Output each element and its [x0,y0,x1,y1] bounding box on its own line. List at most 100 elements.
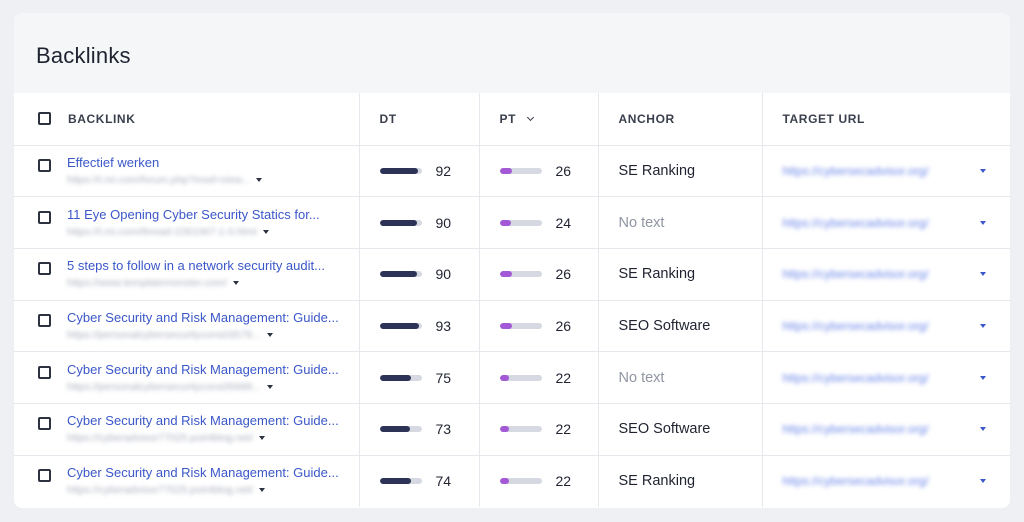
target-url-dropdown-caret-icon[interactable] [980,427,986,432]
target-url-link[interactable]: https://cybersecadvisor.org/ [783,267,929,281]
backlink-dropdown-caret-icon[interactable] [259,488,266,493]
target-url-link[interactable]: https://cybersecadvisor.org/ [783,164,929,178]
dt-cell: 73 [359,403,480,456]
row-checkbox[interactable] [38,210,51,224]
dt-bar [379,374,422,381]
table-row: Cyber Security and Risk Management: Guid… [14,455,1010,507]
backlink-url: https://cyberadvisor77025.pointblog.net/ [67,432,254,445]
row-checkbox[interactable] [38,313,51,327]
target-url-dropdown-caret-icon[interactable] [980,220,986,225]
anchor-cell: SE Ranking [598,248,763,301]
pt-bar [499,322,542,329]
dt-cell: 90 [359,248,480,301]
anchor-text: SEO Software [618,421,711,438]
target-url-dropdown-caret-icon[interactable] [980,375,986,380]
pt-value: 26 [555,317,572,334]
dt-value: 90 [435,214,452,231]
pt-bar [499,374,542,381]
dt-cell: 74 [359,455,480,507]
backlink-cell: Effectief werken https://t.mi.com/forum.… [14,145,360,198]
anchor-text: SE Ranking [618,162,696,179]
row-checkbox[interactable] [38,417,51,431]
pt-cell: 22 [479,403,599,456]
backlink-title-link[interactable]: Effectief werken [67,155,262,171]
target-url-link[interactable]: https://cybersecadvisor.org/ [783,422,929,436]
target-url-cell: https://cybersecadvisor.org/ [762,455,1010,507]
dt-bar-fill [379,426,411,433]
pt-bar [499,167,542,174]
row-checkbox[interactable] [38,158,51,172]
pt-value: 26 [555,266,572,283]
backlink-dropdown-caret-icon[interactable] [266,332,273,337]
target-url-cell: https://cybersecadvisor.org/ [762,196,1010,249]
row-checkbox[interactable] [38,469,51,483]
target-url-dropdown-caret-icon[interactable] [980,168,986,173]
target-url-link[interactable]: https://cybersecadvisor.org/ [783,216,929,230]
backlink-title-link[interactable]: Cyber Security and Risk Management: Guid… [67,465,339,481]
target-url-cell: https://cybersecadvisor.org/ [762,351,1010,404]
dt-bar [379,426,422,433]
backlink-dropdown-caret-icon[interactable] [266,384,273,389]
dt-bar [379,271,422,278]
select-all-checkbox[interactable] [38,112,51,126]
sort-chevron-down-icon[interactable] [527,113,535,121]
column-header-backlink: BACKLINK [14,93,360,146]
backlink-url: https://personalcybersecuritycons03579..… [67,328,261,341]
backlink-title-link[interactable]: Cyber Security and Risk Management: Guid… [67,362,339,378]
backlink-title-link[interactable]: Cyber Security and Risk Management: Guid… [67,310,339,326]
pt-bar-fill [499,322,513,329]
column-header-dt[interactable]: DT [359,93,480,146]
backlink-dropdown-caret-icon[interactable] [259,436,266,441]
backlink-cell: Cyber Security and Risk Management: Guid… [14,455,360,507]
column-label-dt: DT [379,111,397,126]
dt-cell: 75 [359,351,480,404]
target-url-dropdown-caret-icon[interactable] [980,272,986,277]
target-url-cell: https://cybersecadvisor.org/ [762,248,1010,301]
target-url-link[interactable]: https://cybersecadvisor.org/ [783,474,929,488]
row-checkbox[interactable] [38,365,51,379]
row-checkbox[interactable] [38,262,51,276]
pt-bar-fill [499,426,509,433]
backlink-title-link[interactable]: 5 steps to follow in a network security … [67,258,325,274]
anchor-cell: No text [598,196,763,249]
target-url-cell: https://cybersecadvisor.org/ [762,300,1010,353]
backlink-dropdown-caret-icon[interactable] [262,229,269,234]
anchor-text: SE Ranking [618,266,696,283]
pt-bar [499,426,542,433]
dt-bar [379,322,422,329]
target-url-dropdown-caret-icon[interactable] [980,479,986,484]
pt-value: 24 [555,214,572,231]
target-url-link[interactable]: https://cybersecadvisor.org/ [783,319,929,333]
backlink-title-link[interactable]: Cyber Security and Risk Management: Guid… [67,413,339,429]
pt-cell: 22 [479,351,599,404]
anchor-text: SE Ranking [618,473,696,490]
dt-value: 73 [435,421,452,438]
target-url-dropdown-caret-icon[interactable] [980,323,986,328]
pt-cell: 26 [479,145,599,198]
anchor-text: No text [618,214,665,231]
table-row: Effectief werken https://t.mi.com/forum.… [14,145,1010,198]
backlink-dropdown-caret-icon[interactable] [255,177,262,182]
pt-bar-fill [499,271,513,278]
column-header-pt[interactable]: PT [479,93,599,146]
table-header-row: BACKLINK DT PT ANCHOR TARGET URL [14,93,1010,146]
backlinks-card: Backlinks BACKLINK DT PT ANCHOR TARGET U… [14,13,1010,508]
pt-cell: 26 [479,248,599,301]
backlink-cell: Cyber Security and Risk Management: Guid… [14,403,360,456]
backlink-dropdown-caret-icon[interactable] [232,281,239,286]
dt-bar-fill [379,478,411,485]
dt-cell: 90 [359,196,480,249]
pt-bar [499,219,542,226]
dt-cell: 93 [359,300,480,353]
dt-value: 75 [435,369,452,386]
pt-cell: 24 [479,196,599,249]
target-url-link[interactable]: https://cybersecadvisor.org/ [783,371,929,385]
backlink-cell: 5 steps to follow in a network security … [14,248,360,301]
backlink-title-link[interactable]: 11 Eye Opening Cyber Security Statics fo… [67,207,320,223]
dt-cell: 92 [359,145,480,198]
column-label-anchor: ANCHOR [618,111,675,126]
dt-bar-fill [379,167,419,174]
pt-value: 22 [555,473,572,490]
pt-bar-fill [499,374,509,381]
backlink-cell: Cyber Security and Risk Management: Guid… [14,351,360,404]
